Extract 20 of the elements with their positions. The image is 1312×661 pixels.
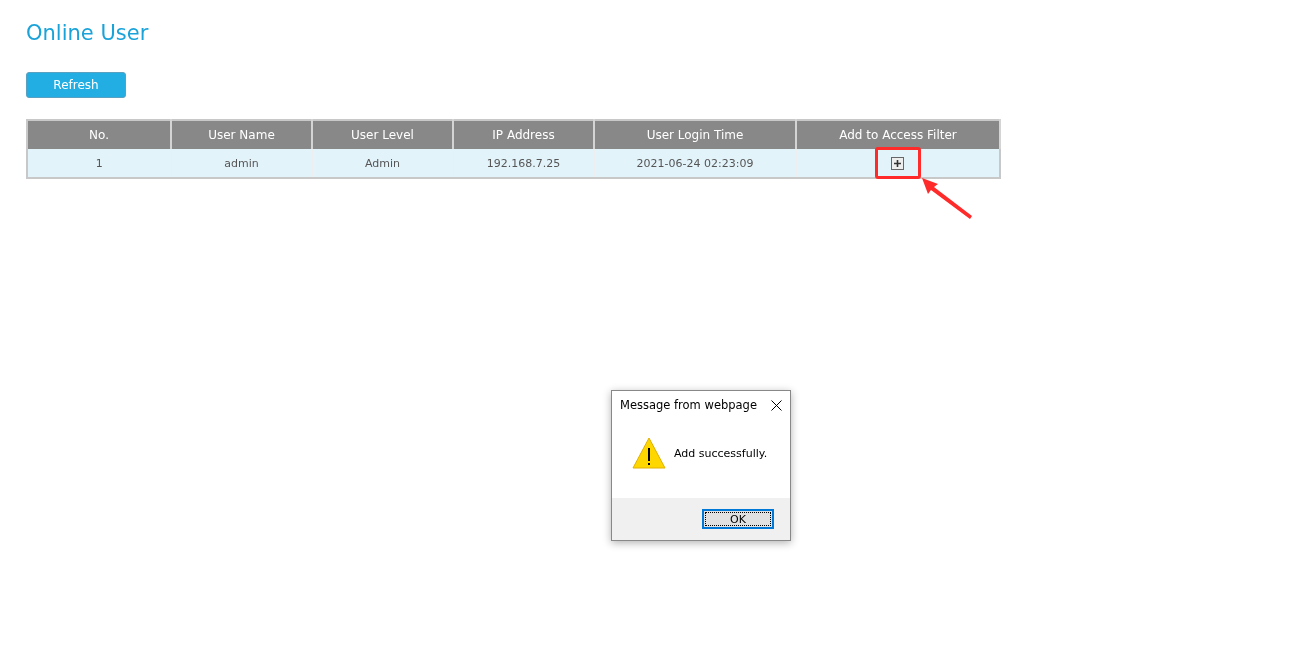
column-header: User Login Time [594, 120, 796, 149]
column-header: IP Address [453, 120, 594, 149]
table-cell: 2021-06-24 02:23:09 [594, 149, 796, 178]
table-cell: 1 [27, 149, 171, 178]
dialog-title: Message from webpage [620, 398, 757, 412]
ok-button[interactable]: OK [702, 509, 774, 529]
table-cell: Admin [312, 149, 453, 178]
table-cell: 192.168.7.25 [453, 149, 594, 178]
column-header: Add to Access Filter [796, 120, 1000, 149]
column-header: User Level [312, 120, 453, 149]
column-header: No. [27, 120, 171, 149]
dialog-message: Add successfully. [674, 446, 768, 460]
plus-icon [893, 158, 903, 168]
highlight-frame [874, 147, 921, 179]
add-button[interactable] [891, 156, 905, 170]
column-header: User Name [171, 120, 312, 149]
table-cell: admin [171, 149, 312, 178]
warning-icon [632, 437, 666, 469]
close-icon[interactable] [771, 399, 782, 411]
page-title: Online User [26, 20, 150, 47]
